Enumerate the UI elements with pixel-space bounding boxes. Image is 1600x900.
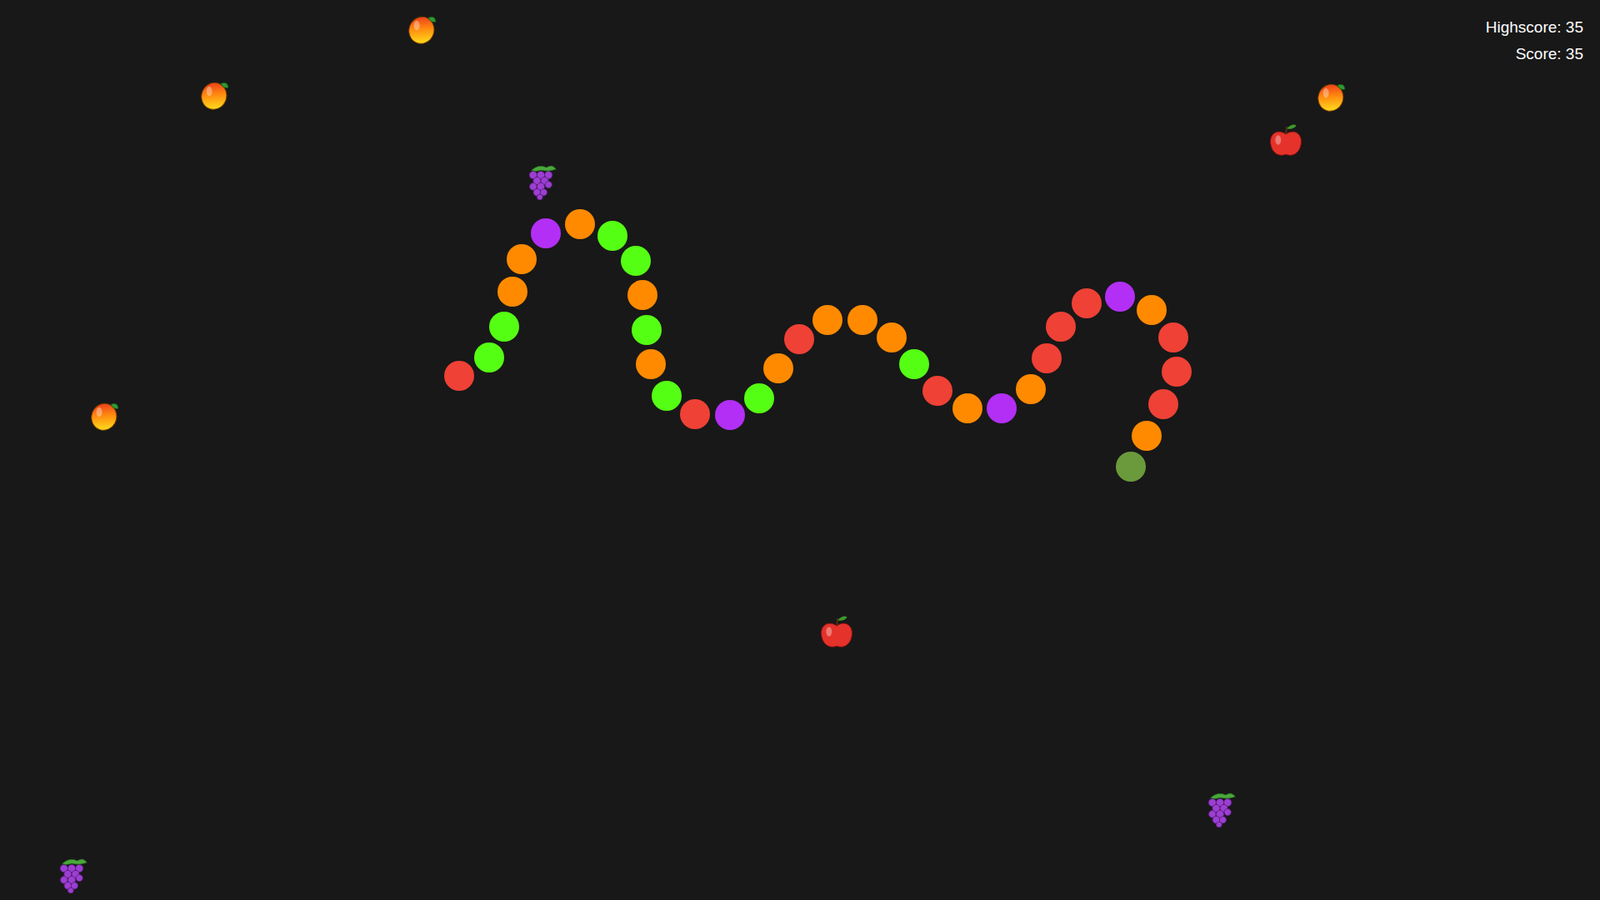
snake-segment <box>784 324 815 355</box>
snake-segment <box>876 322 907 353</box>
snake-head <box>1115 451 1146 482</box>
snake-segment <box>1045 311 1076 342</box>
score-label: Score: 35 <box>1515 45 1584 64</box>
game-board: Highscore: 35 Score: 35 <box>0 0 1600 900</box>
snake-segment <box>620 245 651 276</box>
snake-segment <box>444 360 475 391</box>
grape-icon <box>521 161 560 200</box>
snake-segment <box>922 375 953 406</box>
snake-segment <box>1161 356 1192 387</box>
apple-icon <box>1266 120 1305 160</box>
apple-icon <box>817 612 856 651</box>
snake-segment <box>1105 281 1135 312</box>
mango-icon <box>85 395 125 435</box>
snake-segment <box>1148 389 1179 420</box>
snake-segment <box>986 393 1017 424</box>
mango-icon <box>1312 76 1351 115</box>
snake-segment <box>952 393 983 424</box>
snake-segment <box>1136 295 1167 325</box>
mango-icon <box>195 75 235 114</box>
snake-segment <box>1015 374 1046 405</box>
snake-segment <box>530 218 561 249</box>
highscore-label: Highscore: 35 <box>1485 18 1584 37</box>
snake-segment <box>1158 322 1189 353</box>
snake-segment <box>715 400 745 430</box>
snake-segment <box>763 353 794 384</box>
snake-segment <box>680 399 710 430</box>
score-panel: Highscore: 35 Score: 35 <box>1485 18 1584 64</box>
snake-segment <box>744 383 775 414</box>
grape-icon <box>52 855 91 894</box>
snake-segment <box>597 220 628 251</box>
grape-icon <box>1200 789 1240 828</box>
snake-segment <box>565 209 595 240</box>
mango-icon <box>403 9 442 48</box>
snake-segment <box>1031 343 1062 374</box>
snake-segment <box>847 305 878 335</box>
snake-segment <box>474 342 505 373</box>
snake-segment <box>635 349 666 380</box>
snake-segment <box>489 311 520 342</box>
snake-segment <box>631 315 662 345</box>
snake-segment <box>812 305 843 335</box>
snake-segment <box>627 280 658 310</box>
snake-segment <box>1071 288 1102 319</box>
snake-segment <box>899 349 930 380</box>
snake-segment <box>506 244 537 275</box>
snake-segment <box>497 276 528 307</box>
snake-segment <box>1131 420 1162 451</box>
snake-segment <box>651 380 682 411</box>
